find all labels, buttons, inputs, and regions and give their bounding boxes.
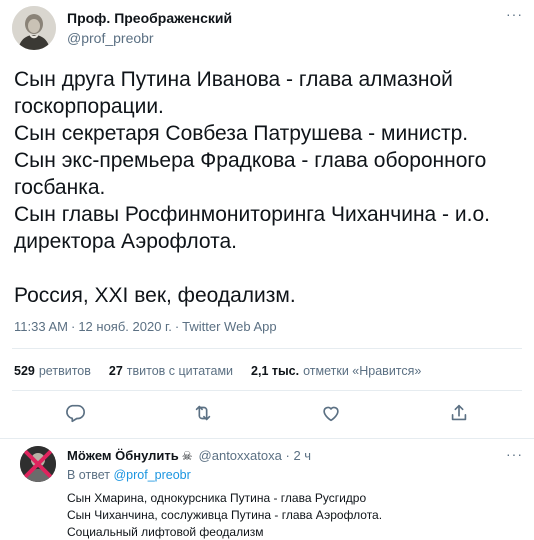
reply-line: Сын Чиханчина, сослуживца Путина - глава… — [67, 508, 383, 522]
retweets-stat[interactable]: 529 ретвитов — [14, 364, 91, 378]
reply-to-mention[interactable]: @prof_preobr — [113, 468, 190, 482]
tweet-line: Сын друга Путина Иванова - глава алмазно… — [14, 68, 453, 91]
reply-author-handle[interactable]: @antoxxatoxa — [199, 448, 282, 463]
tweet-metadata: 11:33 AM · 12 нояб. 2020 г. · Twitter Web Ap… — [14, 319, 277, 334]
retweet-icon[interactable] — [192, 402, 214, 424]
divider — [12, 348, 522, 349]
reply-line: Сын Хмарина, однокурсника Путина - глава… — [67, 491, 367, 505]
author-avatar-image — [12, 6, 56, 50]
tweet-actions — [0, 402, 534, 428]
tweet-source[interactable]: Twitter Web App — [182, 319, 276, 334]
reply-avatar-image — [20, 446, 56, 482]
like-icon[interactable] — [320, 402, 342, 424]
share-icon[interactable] — [448, 402, 470, 424]
divider — [12, 390, 522, 391]
tweet-line: Сын главы Росфинмониторинга Чиханчина - … — [14, 203, 490, 226]
tweet-last-line: Россия, XXI век, феодализм. — [14, 284, 296, 307]
more-options-icon[interactable]: ··· — [506, 6, 523, 22]
author-name[interactable]: Проф. Преображенский — [67, 10, 232, 26]
reply-time[interactable]: 2 ч — [293, 448, 311, 463]
tweet-line: Сын экс-премьера Фрадкова - глава оборон… — [14, 149, 487, 172]
reply-author-name[interactable]: Мöжем Ӧбнулить — [67, 448, 179, 463]
reply-avatar[interactable] — [20, 446, 56, 482]
divider — [0, 438, 534, 439]
tweet-date[interactable]: 12 нояб. 2020 г. — [78, 319, 172, 334]
skull-badge-icon: ☠ — [181, 449, 193, 463]
author-handle[interactable]: @prof_preobr — [67, 30, 154, 46]
author-avatar[interactable] — [12, 6, 56, 50]
quotes-stat[interactable]: 27 твитов с цитатами — [109, 364, 233, 378]
tweet-line: госкорпорации. — [14, 95, 164, 118]
tweet-time[interactable]: 11:33 AM — [14, 319, 68, 334]
reply-line: Социальный лифтовой феодализм — [67, 525, 264, 539]
reply-to-line: В ответ @prof_preobr — [67, 468, 191, 482]
reply-more-options-icon[interactable]: ··· — [506, 446, 523, 462]
tweet-stats: 529 ретвитов 27 твитов с цитатами 2,1 тыс.… — [14, 364, 421, 378]
reply-header: Мöжем Ӧбнулить ☠ @antoxxatoxa · 2 ч — [67, 448, 312, 463]
reply-text: Сын Хмарина, однокурсника Путина - глава… — [67, 490, 382, 540]
tweet-line: госбанка. — [14, 176, 106, 199]
tweet-line: директора Аэрофлота. — [14, 230, 237, 253]
reply-icon[interactable] — [64, 402, 86, 424]
likes-stat[interactable]: 2,1 тыс. отметки «Нравится» — [251, 364, 421, 378]
tweet-text: Сын друга Путина Иванова - глава алмазно… — [14, 66, 514, 309]
tweet-line: Сын секретаря Совбеза Патрушева - минист… — [14, 122, 469, 145]
